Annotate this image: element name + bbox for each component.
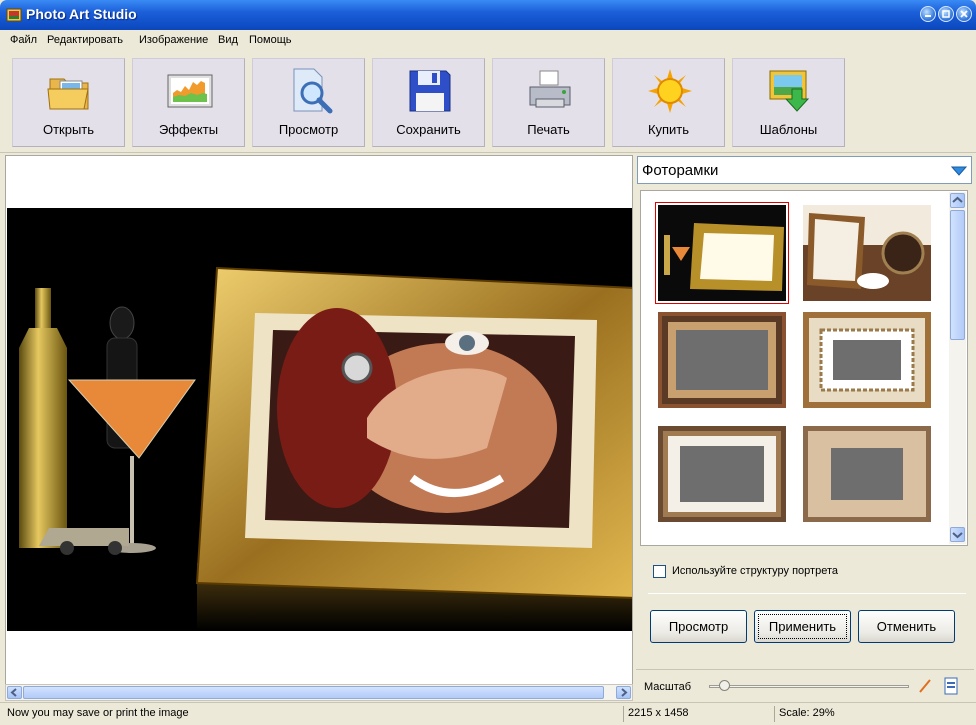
status-divider [623, 706, 624, 722]
frame-thumbnail-dark-wood[interactable] [658, 312, 786, 408]
open-label: Открыть [42, 122, 95, 137]
zoom-bar: Масштаб [636, 669, 974, 701]
zoom-slider-track[interactable] [709, 685, 909, 688]
cancel-button[interactable]: Отменить [858, 610, 955, 643]
preview-frame-button[interactable]: Просмотр [650, 610, 747, 643]
frame-thumbnail-white-mat[interactable] [658, 426, 786, 522]
fit-text-icon[interactable] [918, 677, 936, 695]
app-icon [6, 8, 22, 22]
vertical-scroll-thumb[interactable] [950, 210, 965, 340]
menu-file[interactable]: Файл [10, 34, 37, 46]
effects-label: Эффекты [158, 122, 219, 137]
thumbnail-image [658, 426, 786, 522]
image-dimensions: 2215 x 1458 [628, 707, 689, 719]
frame-thumbnail-marble[interactable] [803, 426, 931, 522]
thumbnail-image [803, 205, 931, 301]
arrow-up-icon [952, 196, 963, 203]
maximize-icon [942, 10, 950, 18]
print-button[interactable]: Печать [492, 58, 605, 147]
window-title: Photo Art Studio [26, 6, 137, 22]
effects-button[interactable]: Эффекты [132, 58, 245, 147]
separator [648, 593, 966, 594]
frame-gallery [640, 190, 968, 546]
scroll-up-button[interactable] [950, 193, 965, 208]
status-bar: Now you may save or print the image 2215… [0, 702, 976, 725]
page-icon[interactable] [942, 677, 960, 695]
edited-photo [7, 208, 632, 631]
scroll-left-button[interactable] [7, 686, 22, 699]
apply-label: Применить [768, 619, 837, 634]
zoom-scale: Scale: 29% [779, 707, 835, 719]
templates-button[interactable]: Шаблоны [732, 58, 845, 147]
buy-button[interactable]: Купить [612, 58, 725, 147]
category-dropdown[interactable]: Фоторамки [637, 156, 972, 184]
print-label: Печать [527, 122, 570, 137]
open-folder-icon [47, 78, 89, 110]
arrow-right-icon [621, 688, 628, 697]
frame-thumbnail-cocktail[interactable] [655, 202, 789, 304]
status-divider [774, 706, 775, 722]
zoom-label: Масштаб [644, 681, 692, 693]
preview-magnifier-icon [293, 68, 333, 114]
arrow-left-icon [10, 688, 17, 697]
portrait-structure-label: Используйте структуру портрета [672, 565, 838, 577]
chevron-down-icon [951, 166, 967, 176]
menu-help[interactable]: Помощь [249, 34, 292, 46]
menu-edit[interactable]: Редактировать [47, 34, 123, 46]
preview-button[interactable]: Просмотр [252, 58, 365, 147]
thumbnail-image [658, 205, 786, 301]
title-bar: Photo Art Studio [0, 0, 976, 30]
arrow-down-icon [952, 532, 963, 539]
frame-thumbnail-patterned[interactable] [803, 312, 931, 408]
templates-icon [769, 70, 810, 112]
save-label: Сохранить [396, 122, 461, 137]
minimize-icon [925, 15, 931, 17]
save-button[interactable]: Сохранить [372, 58, 485, 147]
horizontal-scroll-thumb[interactable] [23, 686, 604, 699]
effects-panel: Фоторамки Используйте структуру портрета… [636, 155, 974, 701]
close-button[interactable] [956, 6, 972, 22]
image-canvas[interactable] [5, 155, 633, 685]
templates-label: Шаблоны [759, 122, 818, 137]
menu-bar: Файл Редактировать Изображение Вид Помощ… [0, 30, 976, 51]
status-message: Now you may save or print the image [7, 707, 189, 719]
open-button[interactable]: Открыть [12, 58, 125, 147]
scroll-right-button[interactable] [616, 686, 631, 699]
maximize-button[interactable] [938, 6, 954, 22]
effects-icon [167, 74, 213, 108]
zoom-slider-handle[interactable] [719, 680, 730, 691]
scroll-down-button[interactable] [950, 527, 965, 542]
portrait-structure-checkbox[interactable] [653, 565, 666, 578]
menu-view[interactable]: Вид [218, 34, 238, 46]
buy-label: Купить [647, 122, 690, 137]
buy-sun-icon [648, 69, 692, 113]
apply-button[interactable]: Применить [754, 610, 851, 643]
cancel-label: Отменить [876, 619, 937, 634]
photo-preview [7, 208, 632, 631]
horizontal-scrollbar[interactable] [5, 684, 633, 701]
toolbar: Открыть Эффекты Просмотр Сохранить Печат… [0, 51, 976, 153]
gallery-scrollbar[interactable] [949, 192, 966, 544]
menu-image[interactable]: Изображение [139, 34, 208, 46]
frame-thumbnail-coffee[interactable] [803, 205, 931, 301]
close-icon [960, 10, 968, 18]
thumbnail-image [803, 426, 931, 522]
save-floppy-icon [409, 70, 451, 112]
minimize-button[interactable] [920, 6, 936, 22]
printer-icon [529, 70, 571, 108]
thumbnail-image [658, 312, 786, 408]
preview-label: Просмотр [278, 122, 339, 137]
category-value: Фоторамки [642, 162, 719, 179]
thumbnail-image [803, 312, 931, 408]
preview-frame-label: Просмотр [668, 619, 729, 634]
